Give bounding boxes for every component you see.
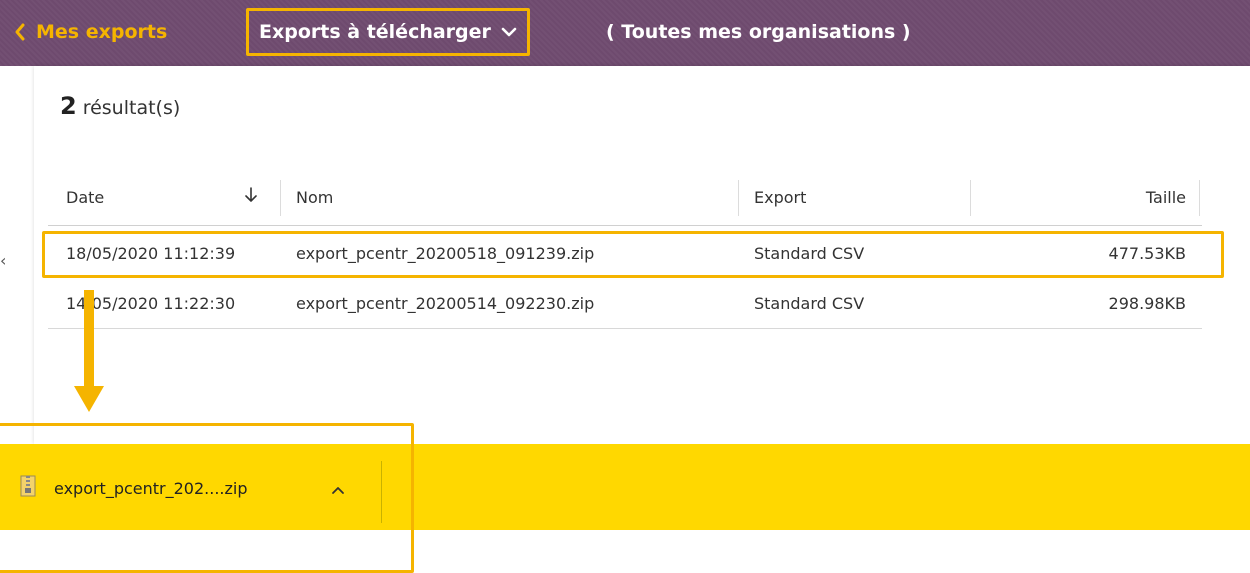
view-selector-label: Exports à télécharger — [259, 21, 491, 43]
back-label: Mes exports — [36, 21, 168, 43]
top-bar: Mes exports Exports à télécharger ( Tout… — [0, 0, 1250, 66]
arrow-down-callout-icon — [74, 386, 104, 412]
column-divider — [1199, 180, 1200, 216]
chevron-up-icon[interactable] — [330, 481, 346, 500]
header-divider — [48, 225, 1202, 226]
column-divider — [280, 180, 281, 216]
row-size: 298.98KB — [1108, 294, 1186, 313]
results-number: 2 — [60, 92, 77, 120]
downloaded-file-item[interactable]: export_pcentr_202....zip — [20, 468, 248, 508]
arrow-down-icon[interactable] — [244, 186, 258, 208]
table-header: Date Nom Export Taille — [48, 176, 1202, 224]
row-export-type: Standard CSV — [754, 294, 865, 313]
chevron-down-icon — [501, 21, 517, 43]
row-filename[interactable]: export_pcentr_20200514_092230.zip — [296, 294, 594, 313]
column-header-export[interactable]: Export — [754, 188, 806, 207]
column-header-size[interactable]: Taille — [1146, 188, 1186, 207]
view-selector-dropdown[interactable]: Exports à télécharger — [246, 8, 530, 56]
downloaded-file-label: export_pcentr_202....zip — [54, 478, 248, 498]
table-row[interactable]: 14/05/2020 11:22:30 export_pcentr_202005… — [48, 281, 1202, 329]
column-header-date[interactable]: Date — [66, 188, 104, 207]
column-divider — [738, 180, 739, 216]
results-label: résultat(s) — [82, 97, 181, 119]
zip-file-icon — [20, 475, 36, 501]
chevron-left-icon — [14, 23, 26, 41]
row-divider — [48, 328, 1202, 329]
row-selection-indicator: ‹ — [0, 251, 7, 270]
column-header-name[interactable]: Nom — [296, 188, 333, 207]
row-highlight-frame — [42, 231, 1224, 278]
organisation-scope: ( Toutes mes organisations ) — [606, 21, 911, 43]
callout-arrow-shaft — [84, 290, 94, 386]
back-button[interactable]: Mes exports — [14, 14, 167, 50]
download-separator — [381, 461, 382, 523]
results-count: 2 résultat(s) — [60, 92, 180, 120]
column-divider — [970, 180, 971, 216]
